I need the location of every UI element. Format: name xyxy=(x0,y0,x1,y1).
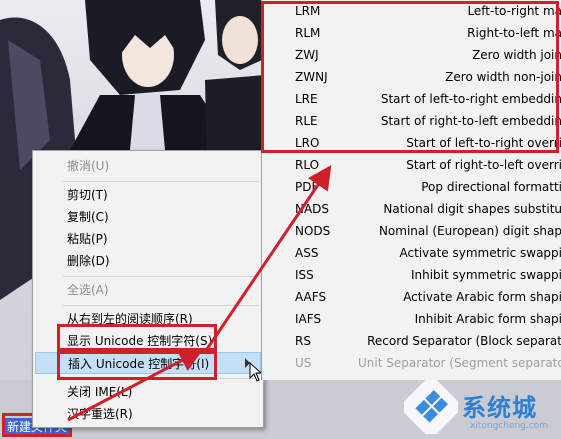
windows-logo-icon xyxy=(398,374,464,439)
site-watermark: 系统城 xitongcheng.com xyxy=(398,374,561,439)
watermark-name: 系统城 xyxy=(462,394,537,422)
watermark-url: xitongcheng.com xyxy=(470,421,548,431)
annotation-arrows xyxy=(67,165,332,422)
